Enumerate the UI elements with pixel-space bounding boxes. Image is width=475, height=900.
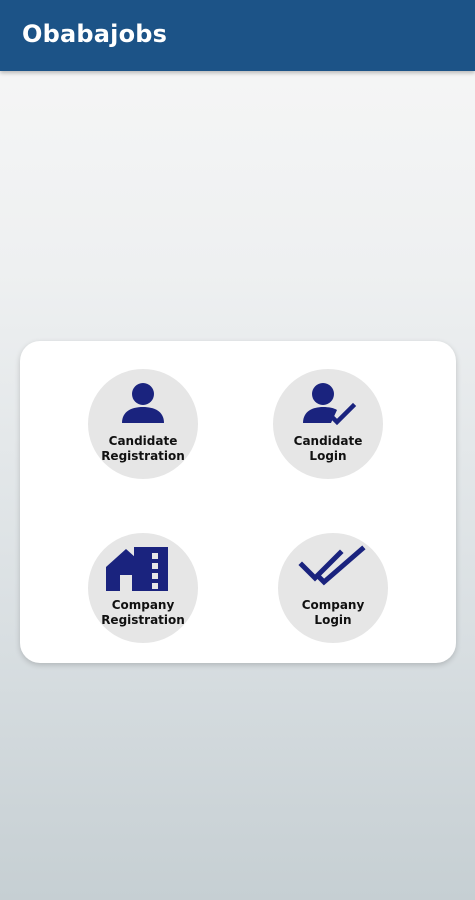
person-icon xyxy=(122,383,164,423)
app-bar: Obabajobs xyxy=(0,0,475,71)
tile-label: Candidate Registration xyxy=(101,434,185,463)
tile-label: Company Login xyxy=(301,598,365,627)
candidate-registration-button[interactable]: Candidate Registration xyxy=(88,369,198,479)
building-icon xyxy=(106,547,168,591)
tile-label: Company Registration xyxy=(101,598,185,627)
double-check-icon xyxy=(298,545,366,586)
app-title: Obabajobs xyxy=(22,20,168,48)
person-check-icon xyxy=(303,383,357,426)
tile-label: Candidate Login xyxy=(293,434,363,463)
menu-card: Candidate Registration Candidate Login C… xyxy=(20,341,456,663)
candidate-login-button[interactable]: Candidate Login xyxy=(273,369,383,479)
company-registration-button[interactable]: Company Registration xyxy=(88,533,198,643)
company-login-button[interactable]: Company Login xyxy=(278,533,388,643)
